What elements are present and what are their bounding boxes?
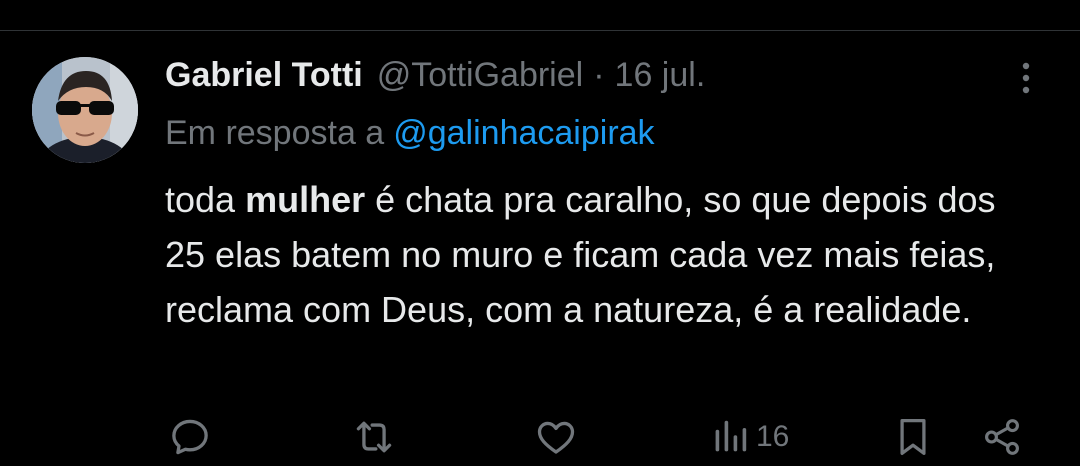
views-icon <box>715 420 747 452</box>
views-count: 16 <box>756 420 790 453</box>
share-button[interactable] <box>981 415 1023 459</box>
reply-prefix: Em resposta a <box>165 114 385 152</box>
like-icon <box>537 421 575 454</box>
tweet-header: Gabriel Totti @TottiGabriel · 16 jul. <box>165 52 705 98</box>
like-button[interactable] <box>534 415 578 459</box>
reply-context: Em resposta a @galinhacaipirak <box>165 110 655 156</box>
tweet-date[interactable]: 16 jul. <box>615 52 706 98</box>
retweet-button[interactable] <box>352 415 396 459</box>
views-button[interactable]: 16 <box>712 415 789 459</box>
tweet-text-bold: mulher <box>245 179 366 220</box>
author-name[interactable]: Gabriel Totti <box>165 52 363 98</box>
bookmark-button[interactable] <box>893 415 933 459</box>
more-options-icon[interactable] <box>1011 58 1041 98</box>
retweet-icon <box>356 421 392 453</box>
share-icon <box>985 419 1019 455</box>
bookmark-icon <box>900 419 926 455</box>
tweet-text-start: toda <box>165 179 246 220</box>
reply-button[interactable] <box>168 415 212 459</box>
avatar[interactable] <box>32 57 138 163</box>
author-handle[interactable]: @TottiGabriel <box>377 52 583 98</box>
reply-icon <box>172 419 208 455</box>
reply-mention-link[interactable]: @galinhacaipirak <box>393 114 654 152</box>
top-divider <box>0 30 1080 31</box>
tweet-text: toda mulher é chata pra caralho, so que … <box>165 172 1045 337</box>
header-separator: · <box>593 56 605 94</box>
